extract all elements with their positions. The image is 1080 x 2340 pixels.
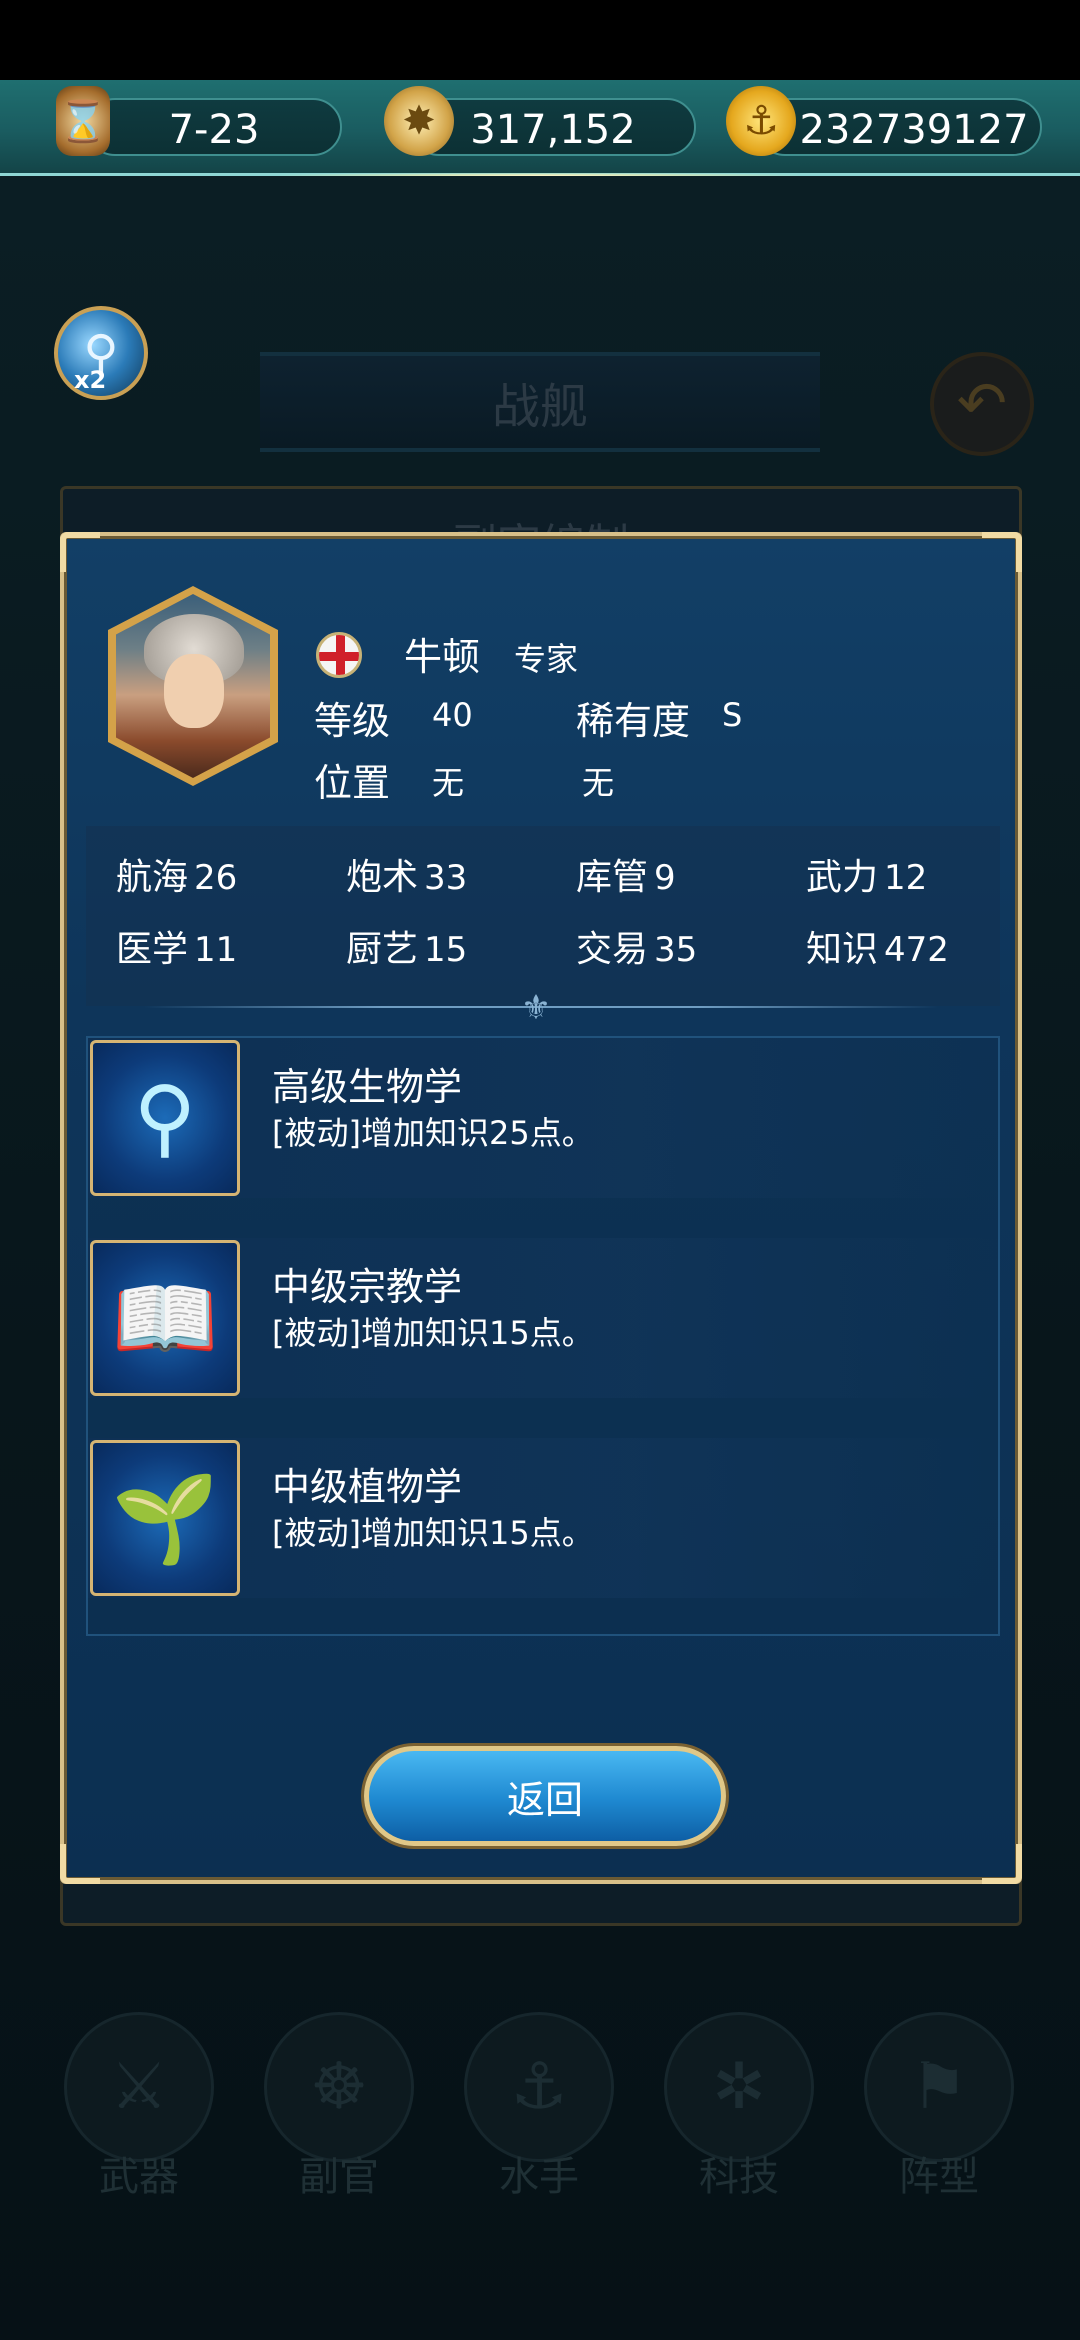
stat-label: 炮术 xyxy=(346,857,419,898)
resource-bar: 7-23 ⌛ 317,152 ✸ 232739127 ⚓ xyxy=(0,80,1080,178)
stat-label: 医学 xyxy=(116,929,189,970)
corner-ornament xyxy=(60,1844,100,1884)
stat-value: 15 xyxy=(424,930,468,970)
magnify-badge: x2 xyxy=(74,366,107,394)
nav-label: 副官 xyxy=(299,2154,379,2200)
nav-tech[interactable]: ✲ 科技 xyxy=(664,2012,814,2200)
stat-force: 武力 12 xyxy=(806,848,927,900)
return-button[interactable]: 返回 xyxy=(364,1746,726,1846)
compass-icon: ✸ xyxy=(384,86,454,156)
flag-icon: ⚑ xyxy=(864,2012,1014,2162)
stat-cooking: 厨艺 15 xyxy=(346,920,467,972)
compass-value: 317,152 xyxy=(470,107,636,153)
stat-navigation: 航海 26 xyxy=(116,848,237,900)
bottom-nav: ⚔ 武器 ☸ 副官 ⚓ 水手 ✲ 科技 ⚑ 阵型 xyxy=(0,2000,1080,2200)
nav-officers[interactable]: ☸ 副官 xyxy=(264,2012,414,2200)
nav-label: 水手 xyxy=(499,2154,579,2200)
helm-icon: ☸ xyxy=(264,2012,414,2162)
stat-value: 472 xyxy=(884,930,949,970)
officer-portrait xyxy=(108,586,278,786)
stat-value: 35 xyxy=(654,930,698,970)
return-button-label: 返回 xyxy=(506,1777,583,1822)
position-label: 位置 xyxy=(314,761,391,805)
stat-trade: 交易 35 xyxy=(576,920,697,972)
corner-ornament xyxy=(60,532,100,572)
level-value: 40 xyxy=(432,696,473,734)
skill-name: 中级宗教学 xyxy=(272,1265,463,1309)
stat-value: 11 xyxy=(194,930,238,970)
skill-item[interactable]: 📖 中级宗教学 [被动]增加知识15点。 xyxy=(88,1238,998,1398)
officer-role: 专家 xyxy=(514,640,579,678)
stat-value: 26 xyxy=(194,858,238,898)
stat-knowledge: 知识 472 xyxy=(806,920,949,972)
stat-value: 33 xyxy=(424,858,468,898)
nav-label: 武器 xyxy=(99,2154,179,2200)
position-value: 无 xyxy=(432,764,465,802)
date-display: 7-23 xyxy=(86,98,342,156)
stat-gunnery: 炮术 33 xyxy=(346,848,467,900)
position-value-secondary: 无 xyxy=(582,764,615,802)
officer-detail-dialog: 牛顿 专家 等级 40 稀有度 S 位置 无 无 航海 26 炮术 33 库管 9 武… xyxy=(60,532,1022,1884)
officer-name: 牛顿 xyxy=(404,635,481,679)
nav-sailors[interactable]: ⚓ 水手 xyxy=(464,2012,614,2200)
portrait-art xyxy=(116,594,270,778)
stats-panel: 航海 26 炮术 33 库管 9 武力 12 医学 11 厨艺 15 交易 35 知识 472 xyxy=(86,826,1000,1006)
skill-name: 中级植物学 xyxy=(272,1465,463,1509)
hook-icon: ⚓ xyxy=(464,2012,614,2162)
stat-label: 交易 xyxy=(576,929,649,970)
rarity-value: S xyxy=(722,696,743,734)
stat-medicine: 医学 11 xyxy=(116,920,237,972)
nav-formation[interactable]: ⚑ 阵型 xyxy=(864,2012,1014,2200)
stat-label: 知识 xyxy=(806,929,879,970)
portrait-face xyxy=(164,654,224,728)
corner-ornament xyxy=(982,1844,1022,1884)
skill-item[interactable]: ⚲ 高级生物学 [被动]增加知识25点。 xyxy=(88,1038,998,1198)
sword-icon: ⚔ xyxy=(64,2012,214,2162)
corner-ornament xyxy=(982,532,1022,572)
nav-label: 科技 xyxy=(699,2154,779,2200)
back-arrow-icon[interactable]: ↶ xyxy=(930,352,1034,456)
skill-item[interactable]: 🌱 中级植物学 [被动]增加知识15点。 xyxy=(88,1438,998,1598)
gold-value: 232739127 xyxy=(799,107,1029,153)
book-icon: 📖 xyxy=(90,1240,240,1396)
warship-banner: 战舰 xyxy=(260,352,820,452)
warship-banner-title: 战舰 xyxy=(491,379,588,435)
nav-label: 阵型 xyxy=(899,2154,979,2200)
level-label: 等级 xyxy=(314,699,391,743)
stat-label: 库管 xyxy=(576,857,649,898)
stat-label: 厨艺 xyxy=(346,929,419,970)
hourglass-icon: ⌛ xyxy=(56,86,110,156)
fleur-ornament-icon: ⚜ xyxy=(520,988,552,1028)
stat-value: 9 xyxy=(654,858,676,898)
skill-name: 高级生物学 xyxy=(272,1065,463,1109)
stat-value: 12 xyxy=(884,858,928,898)
anchor-coin-icon: ⚓ xyxy=(726,86,796,156)
stat-label: 武力 xyxy=(806,857,879,898)
skills-list: ⚲ 高级生物学 [被动]增加知识25点。 📖 中级宗教学 [被动]增加知识15点… xyxy=(86,1036,1000,1636)
skill-desc: [被动]增加知识15点。 xyxy=(272,1314,594,1352)
gold-resource: 232739127 xyxy=(756,98,1042,156)
plant-icon: 🌱 xyxy=(90,1440,240,1596)
skill-desc: [被动]增加知识15点。 xyxy=(272,1514,594,1552)
stat-storage: 库管 9 xyxy=(576,848,676,900)
skill-desc: [被动]增加知识25点。 xyxy=(272,1114,594,1152)
rarity-label: 稀有度 xyxy=(576,699,691,743)
stat-label: 航海 xyxy=(116,857,189,898)
compass-nav-icon: ✲ xyxy=(664,2012,814,2162)
date-value: 7-23 xyxy=(168,107,260,153)
nav-weapons[interactable]: ⚔ 武器 xyxy=(64,2012,214,2200)
magnifier-icon: ⚲ xyxy=(90,1040,240,1196)
england-flag-icon xyxy=(316,632,362,678)
